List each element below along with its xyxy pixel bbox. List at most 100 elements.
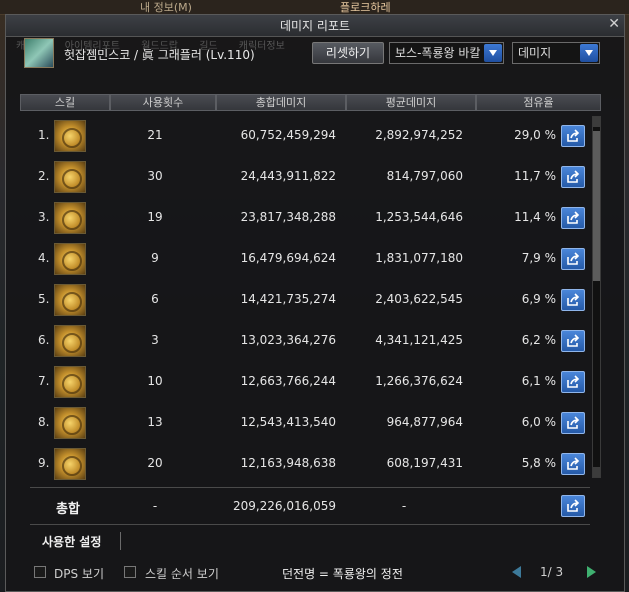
total-label: 총합	[56, 502, 80, 517]
share-button[interactable]	[561, 330, 585, 352]
metric-select[interactable]: 데미지	[512, 42, 600, 64]
table-scrollbar[interactable]	[592, 116, 601, 478]
rank: 7.	[38, 374, 50, 388]
page-indicator: 1/ 3	[540, 565, 564, 579]
chevron-down-icon[interactable]	[580, 44, 598, 62]
total-damage: 12,163,948,638	[240, 456, 336, 470]
chevron-down-icon[interactable]	[484, 44, 502, 62]
share-button[interactable]	[561, 207, 585, 229]
column-header-total[interactable]: 총합데미지	[216, 94, 346, 111]
total-damage-sum: 209,226,016,059	[232, 499, 336, 513]
table-row: 2. 30 24,443,911,822 814,797,060 11,7 %	[20, 157, 590, 197]
average-damage: 1,831,077,180	[375, 251, 463, 265]
share-percent: 6,1 %	[521, 374, 556, 388]
title-bar[interactable]: 데미지 리포트 ✕	[6, 15, 624, 37]
boss-select-value: 보스-폭룡왕 바칼	[395, 46, 481, 60]
column-header-skill[interactable]: 스킬	[20, 94, 110, 111]
total-damage: 16,479,694,624	[240, 251, 336, 265]
total-damage: 60,752,459,294	[240, 128, 336, 142]
skill-icon	[54, 407, 86, 439]
skill-icon	[54, 325, 86, 357]
share-icon	[567, 293, 580, 306]
reset-button[interactable]: 리셋하기	[312, 42, 384, 64]
table-row: 6. 3 13,023,364,276 4,341,121,425 6,2 %	[20, 321, 590, 361]
total-damage: 24,443,911,822	[240, 169, 336, 183]
use-count: 20	[147, 456, 163, 470]
share-percent: 11,7 %	[514, 169, 556, 183]
share-percent: 11,4 %	[514, 210, 556, 224]
total-damage: 12,543,413,540	[240, 415, 336, 429]
share-button[interactable]	[561, 453, 585, 475]
share-button[interactable]	[561, 289, 585, 311]
total-damage: 14,421,735,274	[240, 292, 336, 306]
divider	[30, 487, 590, 488]
settings-label: 사용한 설정	[42, 535, 102, 549]
table-row: 5. 6 14,421,735,274 2,403,622,545 6,9 %	[20, 280, 590, 320]
average-damage: 4,341,121,425	[375, 333, 463, 347]
column-header-share[interactable]: 점유율	[476, 94, 601, 111]
column-header-average[interactable]: 평균데미지	[346, 94, 476, 111]
share-icon	[567, 416, 580, 429]
next-page-icon[interactable]	[585, 565, 597, 579]
skill-icon	[54, 243, 86, 275]
scroll-thumb[interactable]	[593, 131, 600, 281]
divider	[30, 524, 590, 525]
settings-separator	[120, 532, 121, 550]
share-icon	[567, 375, 580, 388]
rank: 9.	[38, 456, 50, 470]
skill-icon	[54, 120, 86, 152]
footer-bar: DPS 보기 스킬 순서 보기 던전명 = 폭룡왕의 정전 1/ 3	[20, 563, 620, 583]
dps-checkbox[interactable]	[34, 566, 46, 578]
boss-select[interactable]: 보스-폭룡왕 바칼	[389, 42, 504, 64]
skill-icon	[54, 284, 86, 316]
rank: 2.	[38, 169, 50, 183]
share-button[interactable]	[561, 371, 585, 393]
share-button[interactable]	[561, 166, 585, 188]
table-row: 9. 20 12,163,948,638 608,197,431 5,8 %	[20, 444, 590, 484]
total-row: 총합 - 209,226,016,059 -	[20, 494, 590, 518]
use-count: 21	[147, 128, 163, 142]
scroll-down-icon[interactable]	[593, 467, 600, 477]
share-icon	[567, 457, 580, 470]
average-damage: 2,403,622,545	[375, 292, 463, 306]
share-icon	[567, 334, 580, 347]
table-row: 4. 9 16,479,694,624 1,831,077,180 7,9 %	[20, 239, 590, 279]
share-icon	[567, 170, 580, 183]
share-icon	[567, 211, 580, 224]
table-row: 7. 10 12,663,766,244 1,266,376,624 6,1 %	[20, 362, 590, 402]
average-damage: 964,877,964	[386, 415, 463, 429]
share-button[interactable]	[561, 412, 585, 434]
skill-order-checkbox-label: 스킬 순서 보기	[145, 567, 219, 581]
average-damage: 2,892,974,252	[375, 128, 463, 142]
rank: 5.	[38, 292, 50, 306]
share-percent: 29,0 %	[514, 128, 556, 142]
share-button[interactable]	[561, 125, 585, 147]
skill-order-checkbox[interactable]	[124, 566, 136, 578]
share-percent: 7,9 %	[521, 251, 556, 265]
column-header-uses[interactable]: 사용횟수	[110, 94, 216, 111]
rank: 6.	[38, 333, 50, 347]
use-count: 13	[147, 415, 163, 429]
share-icon	[567, 252, 580, 265]
skill-icon	[54, 366, 86, 398]
use-count: 3	[151, 333, 159, 347]
my-info-menu[interactable]: 내 정보(M)	[140, 0, 192, 15]
total-average: -	[401, 499, 407, 513]
use-count: 30	[147, 169, 163, 183]
skill-icon	[54, 202, 86, 234]
share-button[interactable]	[561, 248, 585, 270]
total-uses: -	[152, 499, 158, 513]
average-damage: 814,797,060	[386, 169, 463, 183]
table-row: 1. 21 60,752,459,294 2,892,974,252 29,0 …	[20, 116, 590, 156]
skill-icon	[54, 161, 86, 193]
share-icon	[567, 499, 580, 512]
dps-checkbox-label: DPS 보기	[54, 567, 104, 581]
previous-page-icon[interactable]	[512, 565, 524, 579]
rank: 8.	[38, 415, 50, 429]
share-percent: 5,8 %	[521, 456, 556, 470]
share-button[interactable]	[561, 495, 585, 517]
close-icon[interactable]: ✕	[608, 16, 620, 32]
share-percent: 6,0 %	[521, 415, 556, 429]
scroll-up-icon[interactable]	[593, 117, 600, 127]
total-damage: 23,817,348,288	[240, 210, 336, 224]
